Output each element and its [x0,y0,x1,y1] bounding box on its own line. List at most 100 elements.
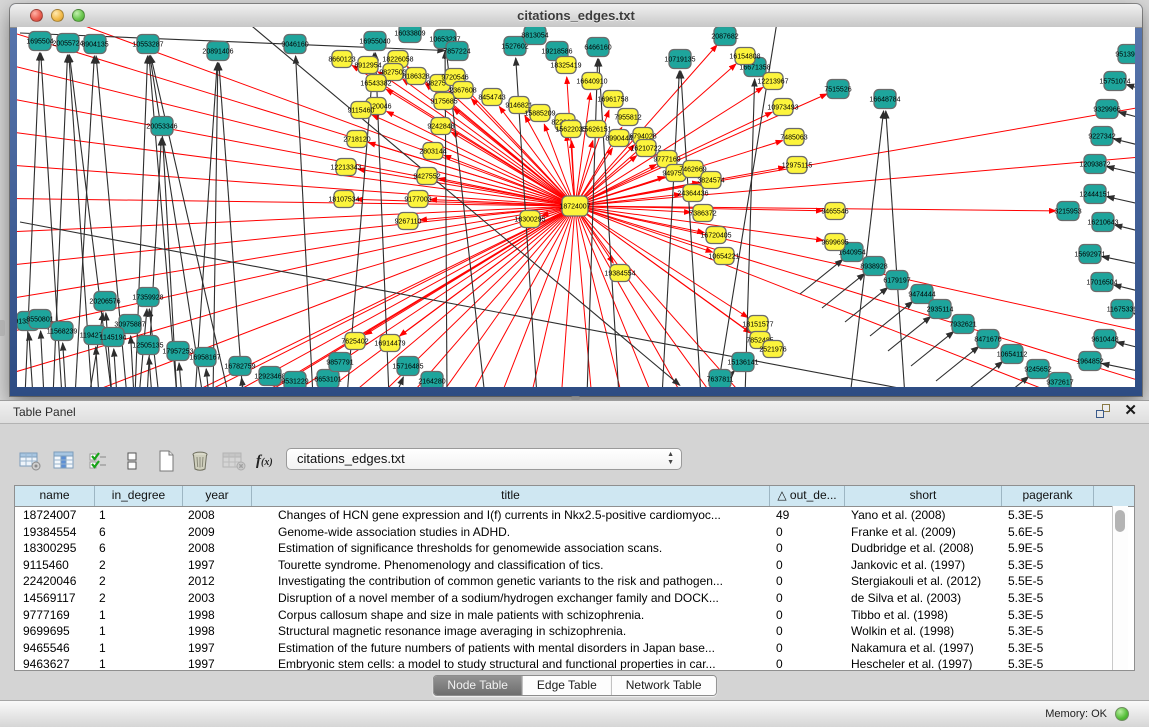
graph-node[interactable]: 7857224 [443,42,470,61]
table-row[interactable]: 911546021997Tourette syndrome. Phenomeno… [15,557,1134,574]
graph-node[interactable]: 20055724 [52,34,83,53]
column-header-pagerank[interactable]: pagerank [1002,486,1094,506]
graph-node[interactable]: 8454743 [478,89,505,106]
graph-node[interactable]: 15716485 [392,357,423,376]
column-header-name[interactable]: name [15,486,95,506]
graph-node[interactable]: 9175685 [430,93,457,110]
column-header-out_de[interactable]: △ out_de... [770,486,845,506]
graph-node[interactable]: 8904135 [81,35,108,54]
graph-node[interactable]: 18107534 [328,191,359,208]
graph-node[interactable]: 9857791 [326,353,353,372]
graph-node[interactable]: 12975115 [782,157,813,174]
network-svg[interactable]: 1695504200557248904135105532872089140690… [17,27,1135,387]
graph-node[interactable]: 12213343 [330,159,361,176]
graph-node[interactable]: 9242848 [427,118,454,135]
graph-node[interactable]: 9046160 [281,35,308,54]
graph-node[interactable]: 3215953 [1054,202,1081,221]
delete-columns-icon[interactable] [188,449,212,473]
graph-node[interactable]: 2164280 [418,372,445,388]
graph-node[interactable]: 9513954 [1115,45,1135,64]
graph-node[interactable]: 16648784 [869,90,900,109]
table-row[interactable]: 2242004622012Investigating the contribut… [15,573,1134,590]
graph-node[interactable]: 16958167 [189,348,220,367]
graph-node[interactable]: 8550801 [26,310,53,329]
graph-node[interactable]: 15136141 [727,353,758,372]
graph-node[interactable]: 16955040 [359,32,390,51]
scrollbar-thumb[interactable] [1115,510,1125,532]
table-row[interactable]: 977716911998Corpus callosum shape and si… [15,607,1134,624]
graph-node[interactable]: 11675339 [1107,300,1135,319]
graph-node[interactable]: 7955812 [614,109,641,126]
graph-node[interactable]: 8912954 [354,57,381,74]
table-row[interactable]: 1830029562008Estimation of significance … [15,540,1134,557]
graph-node[interactable]: 20206576 [89,292,120,311]
graph-node[interactable]: 1145194 [100,328,127,347]
graph-node[interactable]: 20053346 [146,117,177,136]
minimize-window-icon[interactable] [51,9,64,22]
graph-node[interactable]: 2935114 [927,300,954,319]
graph-node[interactable]: 9427552 [413,168,440,185]
show-columns-icon[interactable] [52,449,76,473]
graph-node[interactable]: 1695504 [26,32,53,51]
table-row[interactable]: 1938455462009Genome-wide association stu… [15,524,1134,541]
graph-node[interactable]: 7932621 [949,315,976,334]
graph-node[interactable]: 9531229 [281,372,308,388]
graph-node[interactable]: 9177003 [404,191,431,208]
graph-node[interactable]: 17016504 [1086,273,1117,292]
graph-node[interactable]: 8471676 [974,330,1001,349]
table-row[interactable]: 969969511998Structural magnetic resonanc… [15,623,1134,640]
column-header-short[interactable]: short [845,486,1002,506]
graph-node[interactable]: 9372617 [1046,373,1073,388]
graph-node[interactable]: 10973493 [767,99,798,116]
graph-node[interactable]: 9699695 [821,234,848,251]
graph-node[interactable]: 15751074 [1099,72,1130,91]
create-column-icon[interactable] [154,449,178,473]
table-selector-dropdown[interactable]: citations_edges.txt ▲▼ [286,448,682,470]
graph-node[interactable]: 2718120 [343,131,370,148]
column-header-year[interactable]: year [183,486,252,506]
function-builder-icon[interactable]: f(x) [256,453,273,470]
graph-node[interactable]: 16033809 [394,27,425,43]
graph-node[interactable]: 15692971 [1074,245,1105,264]
network-canvas[interactable]: 1695504200557248904135105532872089140690… [17,27,1135,387]
graph-node[interactable]: 10654221 [708,248,739,265]
table-row[interactable]: 946362711997Embryonic stem cells: a mode… [15,656,1134,671]
graph-node[interactable]: 9115460 [348,102,375,119]
tab-node-table[interactable]: Node Table [433,676,522,695]
close-panel-icon[interactable]: ✕ [1124,404,1137,418]
graph-node[interactable]: 12093872 [1079,155,1110,174]
graph-node[interactable]: 2521976 [759,341,786,358]
graph-node[interactable]: 16782759 [224,357,255,376]
graph-node[interactable]: 7515526 [824,80,851,99]
graph-node[interactable]: 8660123 [328,51,355,68]
zoom-window-icon[interactable] [72,9,85,22]
graph-node[interactable]: 9610448 [1091,330,1118,349]
graph-node[interactable]: 6179197 [883,271,910,290]
delete-table-icon[interactable] [222,449,246,473]
table-row[interactable]: 1872400712008Changes of HCN gene express… [15,507,1134,524]
graph-node[interactable]: 16640910 [576,73,607,90]
graph-node[interactable]: 9227342 [1088,127,1115,146]
vertical-scrollbar[interactable] [1112,506,1128,670]
graph-node[interactable]: 10654112 [997,345,1028,364]
graph-node[interactable]: 8813054 [521,27,548,45]
close-window-icon[interactable] [30,9,43,22]
graph-node[interactable]: 12505135 [132,336,163,355]
column-header-in_degree[interactable]: in_degree [95,486,183,506]
graph-node[interactable]: 9465546 [821,203,848,220]
graph-node[interactable]: 16914479 [374,335,405,352]
memory-ok-icon[interactable] [1115,707,1129,721]
column-header-title[interactable]: title [252,486,770,506]
graph-node[interactable]: 18724007 [559,196,590,216]
graph-node[interactable]: 16720405 [700,227,731,244]
table-row[interactable]: 1456911722003Disruption of a novel membe… [15,590,1134,607]
graph-node[interactable]: 7625402 [341,333,368,350]
graph-node[interactable]: 7485063 [780,129,807,146]
graph-node[interactable]: 11568239 [47,322,78,341]
tab-network-table[interactable]: Network Table [611,676,716,695]
window-titlebar[interactable]: citations_edges.txt [10,4,1142,28]
graph-node[interactable]: 7637811 [707,370,734,388]
graph-node[interactable]: 8938928 [860,257,887,276]
graph-node[interactable]: 16961758 [597,91,628,108]
graph-node[interactable]: 6466160 [584,38,611,57]
